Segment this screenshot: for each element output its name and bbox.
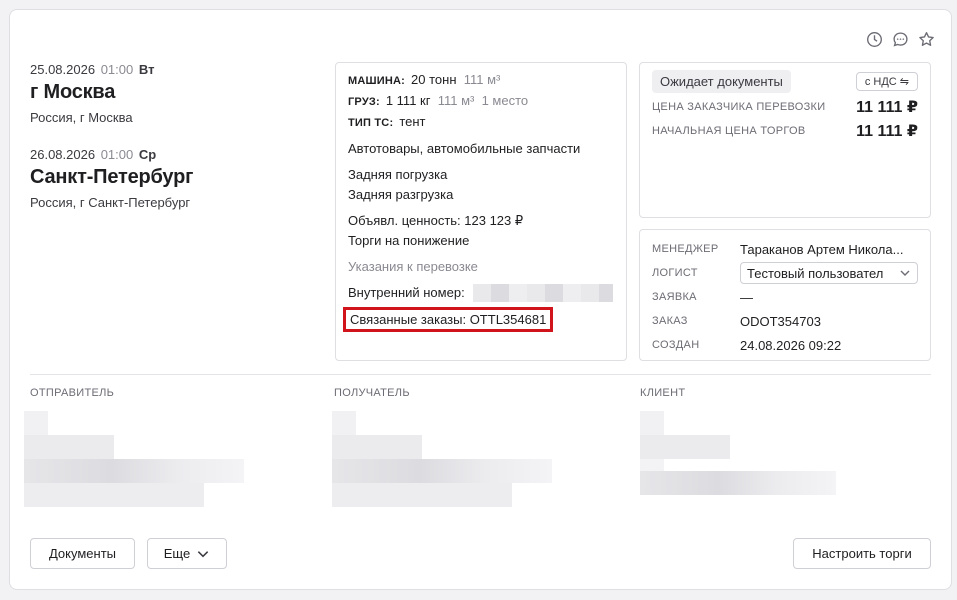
order-row: ЗАКАЗ ODOT354703 [652, 309, 918, 333]
customer-price-label: ЦЕНА ЗАКАЗЧИКА ПЕРЕВОЗКИ [652, 101, 826, 113]
route-section: 25.08.2026 01:00 Вт г Москва Россия, г М… [30, 62, 320, 232]
chevron-down-icon [900, 270, 910, 276]
shipment-details: МАШИНА: 20 тонн 111 м³ ГРУЗ: 1 111 кг 111 … [335, 62, 627, 361]
status-badge: Ожидает документы [652, 70, 791, 93]
order-value: ODOT354703 [740, 313, 821, 329]
client-label: КЛИЕНТ [640, 387, 686, 399]
client-redacted [640, 411, 840, 511]
card-actions [865, 30, 935, 48]
internal-number-label: Внутренний номер: [348, 285, 465, 300]
clock-icon[interactable] [865, 30, 883, 48]
order-meta-panel: МЕНЕДЖЕР Тараканов Артем Никола... ЛОГИС… [639, 229, 931, 361]
sender-label: ОТПРАВИТЕЛЬ [30, 387, 115, 399]
declared-value: Объявл. ценность: 123 123 ₽ [348, 213, 524, 228]
machine-label: МАШИНА: [348, 75, 406, 87]
receiver-label: ПОЛУЧАТЕЛЬ [334, 387, 410, 399]
receiver-section: ПОЛУЧАТЕЛЬ [332, 387, 614, 511]
documents-button[interactable]: Документы [30, 538, 135, 569]
star-icon[interactable] [917, 30, 935, 48]
unloading-type: Задняя разгрузка [348, 187, 454, 202]
vehicle-type: тент [399, 114, 426, 129]
logist-select[interactable]: Тестовый пользовател [740, 262, 918, 284]
logist-label: ЛОГИСТ [652, 267, 698, 279]
created-label: СОЗДАН [652, 339, 700, 351]
more-button[interactable]: Еще [147, 538, 227, 569]
origin-time: 01:00 [100, 62, 134, 77]
order-label: ЗАКАЗ [652, 315, 688, 327]
setup-bidding-button[interactable]: Настроить торги [793, 538, 931, 569]
vat-toggle-button[interactable]: с НДС ⇋ [855, 72, 918, 91]
route-destination: 26.08.2026 01:00 Ср Санкт-Петербург Росс… [30, 147, 320, 210]
cargo-volume: 111 м³ [437, 93, 475, 108]
receiver-redacted [332, 411, 554, 511]
created-value: 24.08.2026 09:22 [740, 337, 842, 353]
origin-city: г Москва [30, 81, 116, 103]
request-row: ЗАЯВКА — [652, 285, 918, 309]
more-button-label: Еще [163, 546, 191, 561]
origin-date: 25.08.2026 [30, 62, 96, 77]
start-price-label: НАЧАЛЬНАЯ ЦЕНА ТОРГОВ [652, 125, 806, 137]
customer-price-value: 11 111 ₽ [856, 99, 918, 116]
bidding-type: Торги на понижение [348, 233, 470, 248]
internal-number-row: Внутренний номер: [348, 283, 614, 303]
cargo-row: ГРУЗ: 1 111 кг 111 м³ 1 место [348, 91, 614, 112]
cargo-name: Автотовары, автомобильные запчасти [348, 141, 581, 156]
route-origin: 25.08.2026 01:00 Вт г Москва Россия, г М… [30, 62, 320, 125]
customer-price-row: ЦЕНА ЗАКАЗЧИКА ПЕРЕВОЗКИ 11 111 ₽ [652, 97, 918, 117]
sender-section: ОТПРАВИТЕЛЬ [24, 387, 310, 511]
client-section: КЛИЕНТ [640, 387, 920, 511]
destination-city: Санкт-Петербург [30, 166, 194, 188]
destination-time: 01:00 [100, 147, 134, 162]
related-orders[interactable]: Связанные заказы: OTTL354681 [343, 307, 554, 332]
internal-number-redacted [472, 284, 613, 302]
destination-datetime: 26.08.2026 01:00 Ср [30, 147, 320, 162]
start-price-value: 11 111 ₽ [856, 123, 918, 140]
origin-datetime: 25.08.2026 01:00 Вт [30, 62, 320, 77]
status-price-panel: Ожидает документы с НДС ⇋ ЦЕНА ЗАКАЗЧИКА… [639, 62, 931, 218]
manager-label: МЕНЕДЖЕР [652, 243, 719, 255]
vehicle-type-label: ТИП ТС: [348, 117, 394, 129]
section-divider [30, 374, 931, 375]
instructions-link[interactable]: Указания к перевозке [348, 257, 614, 277]
chevron-down-icon [198, 550, 209, 557]
logist-value: Тестовый пользовател [747, 265, 884, 281]
destination-region: Россия, г Санкт-Петербург [30, 195, 191, 210]
cargo-label: ГРУЗ: [348, 96, 380, 108]
sender-redacted [24, 411, 250, 511]
manager-row: МЕНЕДЖЕР Тараканов Артем Никола... [652, 237, 918, 261]
destination-day: Ср [138, 147, 157, 162]
comment-icon[interactable] [891, 30, 909, 48]
machine-weight: 20 тонн [411, 72, 457, 87]
vehicle-type-row: ТИП ТС: тент [348, 112, 614, 133]
origin-day: Вт [138, 62, 155, 77]
logist-row: ЛОГИСТ Тестовый пользовател [652, 261, 918, 285]
start-price-row: НАЧАЛЬНАЯ ЦЕНА ТОРГОВ 11 111 ₽ [652, 121, 918, 141]
request-value: — [740, 289, 753, 305]
cargo-places: 1 место [481, 93, 529, 108]
origin-region: Россия, г Москва [30, 110, 133, 125]
manager-value: Тараканов Артем Никола... [740, 241, 904, 257]
request-label: ЗАЯВКА [652, 291, 697, 303]
destination-date: 26.08.2026 [30, 147, 96, 162]
machine-row: МАШИНА: 20 тонн 111 м³ [348, 70, 614, 91]
loading-type: Задняя погрузка [348, 167, 448, 182]
order-card: 25.08.2026 01:00 Вт г Москва Россия, г М… [9, 9, 952, 590]
created-row: СОЗДАН 24.08.2026 09:22 [652, 333, 918, 357]
machine-volume: 111 м³ [463, 72, 501, 87]
cargo-weight: 1 111 кг [385, 93, 431, 108]
